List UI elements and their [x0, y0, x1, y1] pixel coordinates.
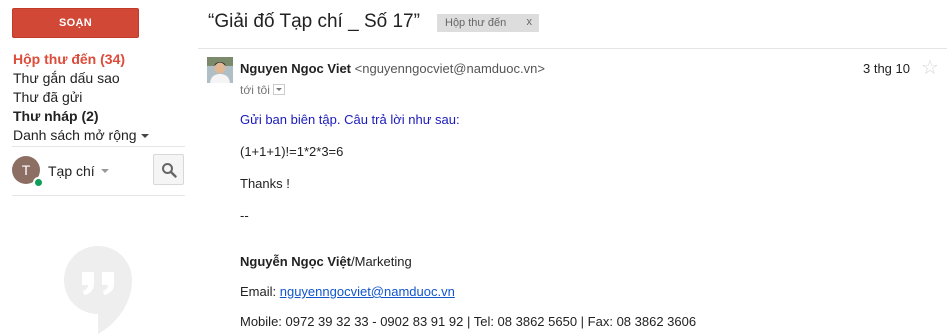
- sender-name[interactable]: Nguyen Ngoc Viet: [240, 61, 351, 76]
- signature-email-line: Email: nguyenngocviet@namduoc.vn: [240, 284, 455, 299]
- star-icon[interactable]: ☆: [921, 58, 939, 78]
- recipient-text: tới tôi: [240, 83, 270, 97]
- chat-divider: [12, 195, 185, 196]
- chevron-down-icon[interactable]: [101, 169, 109, 173]
- signature-email-label: Email:: [240, 284, 280, 299]
- sender-line: Nguyen Ngoc Viet <nguyenngocviet@namduoc…: [240, 61, 545, 76]
- hangouts-icon: [64, 246, 132, 334]
- label-chip-text: Hộp thư đến: [445, 17, 507, 29]
- sidebar-item-starred[interactable]: Thư gắn dấu sao: [13, 69, 185, 88]
- sender-email: <nguyenngocviet@namduoc.vn>: [354, 61, 545, 76]
- remove-label-button[interactable]: x: [527, 16, 533, 28]
- sidebar-item-sent[interactable]: Thư đã gửi: [13, 88, 185, 107]
- body-greeting: Gửi ban biên tập. Câu trả lời như sau:: [240, 112, 460, 127]
- person-icon: [207, 57, 233, 83]
- signature-phone-line: Mobile: 0972 39 32 33 - 0902 83 91 92 | …: [240, 314, 697, 329]
- sidebar-item-drafts[interactable]: Thư nháp (2): [13, 107, 185, 126]
- signature-line: Nguyễn Ngọc Việt/Marketing: [240, 254, 412, 269]
- signature-title: /Marketing: [351, 254, 412, 269]
- signature-email-link[interactable]: nguyenngocviet@namduoc.vn: [280, 284, 455, 299]
- sidebar-nav: Hộp thư đến (34) Thư gắn dấu sao Thư đã …: [13, 50, 185, 145]
- compose-button[interactable]: SOẠN: [12, 8, 139, 38]
- sidebar-item-more-label: Danh sách mở rộng: [13, 127, 137, 143]
- message-date: 3 thg 10: [863, 61, 910, 76]
- online-status-icon: [33, 177, 44, 188]
- recipient-line: tới tôi: [240, 83, 285, 97]
- sidebar-item-inbox[interactable]: Hộp thư đến (34): [13, 50, 185, 69]
- header-divider: [198, 48, 947, 49]
- show-details-button[interactable]: [272, 84, 285, 96]
- signature-separator: --: [240, 208, 249, 223]
- thread-subject: “Giải đố Tạp chí _ Số 17”: [208, 11, 420, 32]
- chat-status-row: T Tạp chí: [12, 154, 185, 188]
- signature-name: Nguyễn Ngọc Việt: [240, 254, 352, 269]
- search-people-button[interactable]: [153, 154, 184, 185]
- sidebar-divider: [12, 146, 185, 147]
- sidebar-item-more[interactable]: Danh sách mở rộng: [13, 126, 185, 145]
- sender-avatar: [207, 57, 233, 83]
- label-chip-inbox[interactable]: Hộp thư đến x: [437, 14, 539, 32]
- chat-user-name[interactable]: Tạp chí: [48, 163, 95, 179]
- body-answer: (1+1+1)!=1*2*3=6: [240, 144, 344, 159]
- search-icon: [161, 162, 177, 178]
- body-thanks: Thanks !: [240, 176, 290, 191]
- chevron-down-icon: [140, 134, 149, 139]
